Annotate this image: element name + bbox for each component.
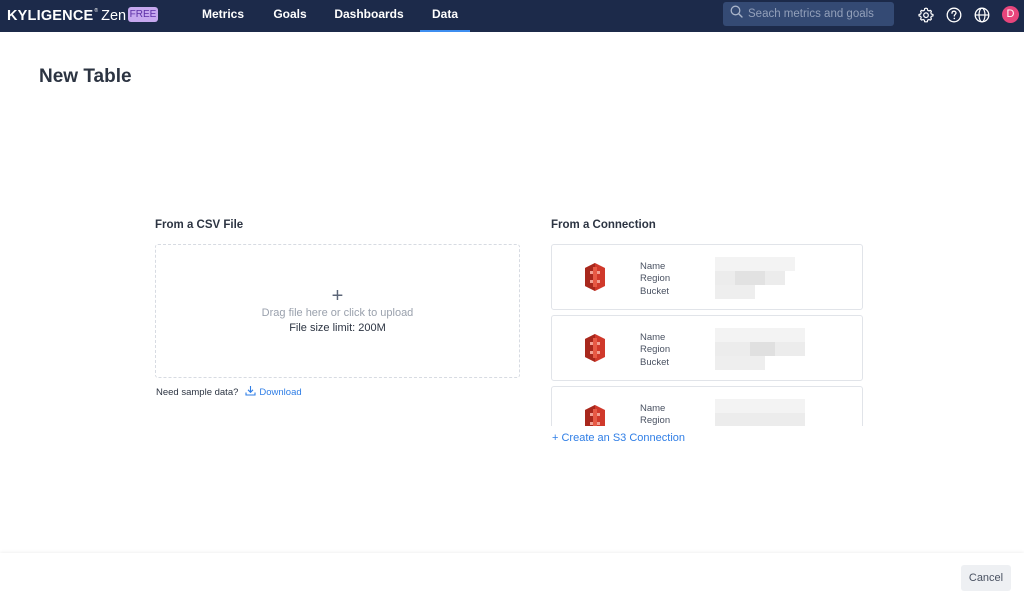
create-s3-connection-link[interactable]: + Create an S3 Connection <box>552 432 685 444</box>
nav-data[interactable]: Data <box>420 0 470 32</box>
brand-logo[interactable]: KYLIGENCE ® Zen <box>7 7 126 25</box>
connection-field-label: Region <box>640 344 671 355</box>
connection-field-label: Region <box>640 273 671 284</box>
redacted-values <box>715 328 805 372</box>
avatar[interactable]: D <box>1002 6 1019 23</box>
search-icon <box>730 5 743 23</box>
nav-goals[interactable]: Goals <box>268 0 312 32</box>
download-sample-link[interactable]: Download <box>245 385 302 399</box>
nav-metrics[interactable]: Metrics <box>193 0 253 32</box>
download-label: Download <box>259 386 302 398</box>
brand-sub: Zen <box>101 8 127 24</box>
connection-field-label: Bucket <box>640 357 670 368</box>
s3-bucket-icon <box>585 405 605 426</box>
redacted-values <box>715 257 795 301</box>
page-title: New Table <box>39 66 132 87</box>
sample-data-row: Need sample data? Download <box>156 386 302 398</box>
csv-upload-dropzone[interactable]: + Drag file here or click to upload File… <box>155 244 520 378</box>
help-icon[interactable] <box>945 6 963 24</box>
top-navigation-bar: KYLIGENCE ® Zen FREE Metrics Goals Dashb… <box>0 0 1024 32</box>
connection-field-label: Name <box>640 403 666 414</box>
connection-field-label: Name <box>640 332 666 343</box>
plus-icon: + <box>331 285 344 307</box>
plan-badge: FREE <box>128 7 158 22</box>
redacted-values <box>715 399 805 426</box>
s3-bucket-icon <box>585 263 605 291</box>
connection-field-label: Region <box>640 415 671 426</box>
connection-card[interactable]: Name Region Bucket <box>551 244 863 310</box>
footer-bar: Cancel <box>0 553 1024 597</box>
sample-data-text: Need sample data? <box>156 386 239 398</box>
cancel-button[interactable]: Cancel <box>961 565 1011 591</box>
connection-field-label: Bucket <box>640 286 670 297</box>
connection-card[interactable]: Name Region Bucket <box>551 315 863 381</box>
file-size-limit: File size limit: 200M <box>289 322 386 334</box>
download-icon <box>245 385 259 399</box>
upload-hint: Drag file here or click to upload <box>261 307 414 319</box>
globe-icon[interactable] <box>973 6 991 24</box>
brand-trademark: ® <box>94 8 99 14</box>
nav-dashboards[interactable]: Dashboards <box>328 0 410 32</box>
csv-section-label: From a CSV File <box>155 219 244 231</box>
brand-name: KYLIGENCE <box>7 8 94 24</box>
connection-field-label: Name <box>640 261 666 272</box>
gear-icon[interactable] <box>917 6 935 24</box>
search-box[interactable] <box>723 2 894 26</box>
connection-section-label: From a Connection <box>551 219 656 231</box>
connection-card[interactable]: Name Region <box>551 386 863 426</box>
connection-list[interactable]: Name Region Bucket Name Region Bucket Na… <box>551 244 863 426</box>
search-input[interactable] <box>748 8 888 20</box>
s3-bucket-icon <box>585 334 605 362</box>
